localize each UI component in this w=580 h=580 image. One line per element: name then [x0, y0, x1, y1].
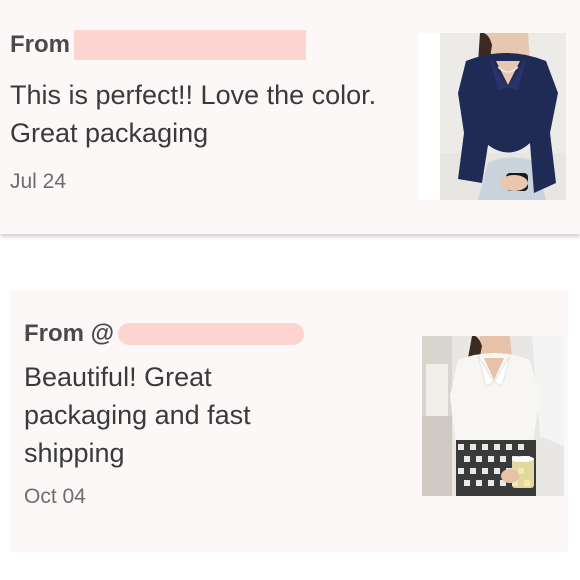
- navy-polo-top-photo: [418, 33, 566, 200]
- review-photo[interactable]: [422, 336, 564, 496]
- review-photo[interactable]: [418, 33, 566, 200]
- white-polo-top-photo: [422, 336, 564, 496]
- redacted-username: [74, 30, 306, 60]
- review-text: This is perfect!! Love the color. Great …: [10, 80, 377, 148]
- review-date: Jul 24: [10, 170, 67, 193]
- review-card: From @ Beautiful! Great packaging and fa…: [10, 290, 568, 552]
- reviewer-line: From: [10, 30, 306, 60]
- review-date: Oct 04: [24, 485, 86, 508]
- reviewer-line: From @: [24, 320, 305, 348]
- reviewer-from-label: From @: [24, 320, 115, 347]
- reviewer-from-label: From: [10, 31, 70, 58]
- redacted-username: [118, 323, 305, 345]
- review-text: Beautiful! Great packaging and fast ship…: [24, 362, 251, 468]
- review-card: From This is perfect!! Love the color. G…: [0, 0, 580, 234]
